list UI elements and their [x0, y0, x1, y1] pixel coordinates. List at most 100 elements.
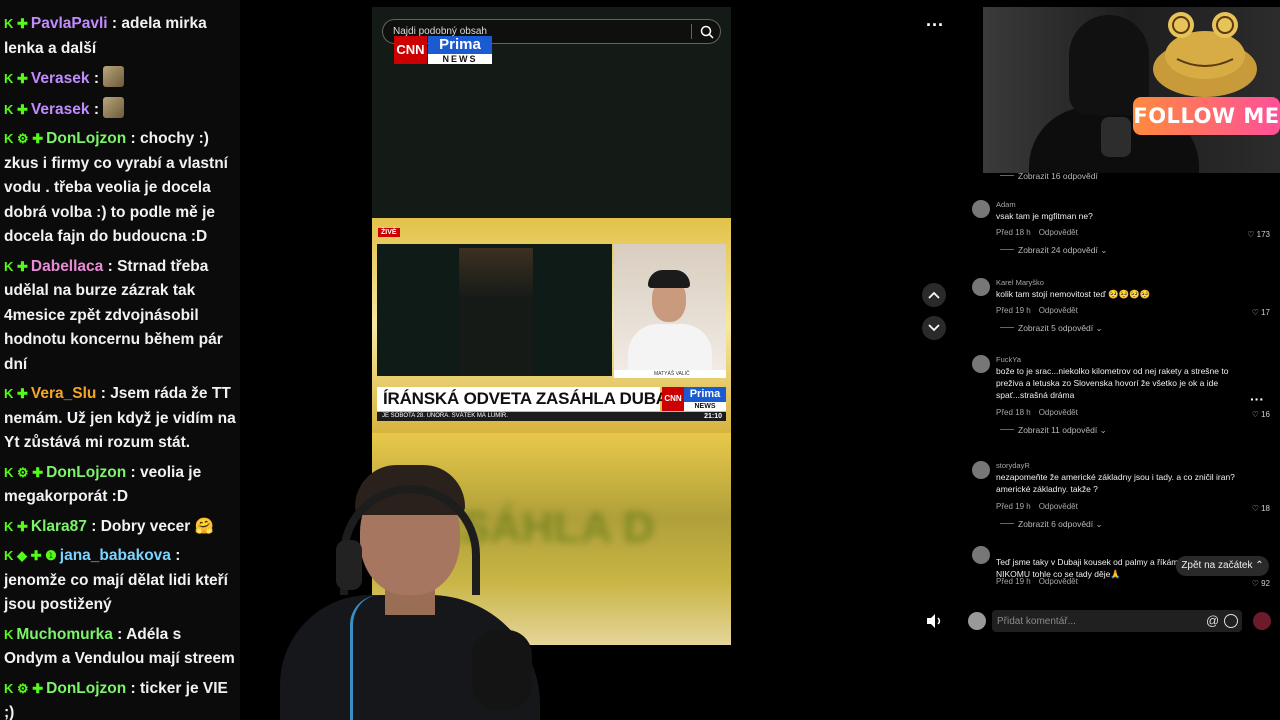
chat-username[interactable]: DonLojzon	[46, 464, 126, 481]
like-count[interactable]: ♡ 16	[1252, 410, 1270, 420]
comment-input-bar: @	[966, 608, 1276, 634]
headline-logo-prima: Prima	[684, 387, 726, 402]
chat-emote-icon	[103, 96, 125, 118]
comment-text: kolik tam stojí nemovitost teď 🥺🥺🥺🥺	[996, 289, 1151, 299]
chat-username[interactable]: Verasek	[31, 70, 90, 87]
like-count-value: 173	[1256, 230, 1270, 239]
next-video-button[interactable]	[922, 316, 946, 340]
show-replies-link[interactable]: Zobrazit 5 odpovědí ⌄	[1000, 322, 1103, 334]
send-button[interactable]	[1253, 612, 1271, 630]
chat-message: K ⚙ ✚ DonLojzon : veolia je megakorporát …	[4, 461, 236, 510]
live-badge: ŽIVĚ	[378, 228, 400, 237]
show-replies-link[interactable]: Zobrazit 24 odpovědí ⌄	[1000, 244, 1107, 256]
like-count-value: 92	[1261, 579, 1270, 588]
chat-badges: K ✚	[4, 101, 28, 117]
ticker-text: JE SOBOTA 28. ÚNORA. SVÁTEK MÁ LUMÍR.	[382, 413, 508, 419]
chat-message: K ⚙ ✚ DonLojzon : ticker je VIE ;)	[4, 677, 236, 720]
chat-username[interactable]: Verasek	[31, 101, 90, 118]
chat-message: K ◆ ✚ ❶ jana_babakova : jenomže co mají d…	[4, 544, 236, 618]
avatar	[968, 612, 986, 630]
chat-message: K ✚ PavlaPavli : adela mirka lenka a dalš…	[4, 12, 236, 61]
like-count[interactable]: ♡ 92	[1252, 579, 1270, 589]
follow-me-button[interactable]: FOLLOW ME	[1133, 97, 1280, 135]
like-count-value: 17	[1261, 308, 1270, 317]
chevron-down-icon	[928, 324, 940, 332]
show-replies-label: Zobrazit 5 odpovědí	[1018, 323, 1094, 333]
chat-username[interactable]: Dabellaca	[31, 258, 103, 275]
chat-username[interactable]: Vera_Slu	[31, 385, 97, 402]
comment-username[interactable]: FuckYa	[996, 355, 1021, 365]
news-ticker: JE SOBOTA 28. ÚNORA. SVÁTEK MÁ LUMÍR. 21…	[377, 412, 726, 421]
comment-text: vsak tam je mgfitman ne?	[996, 211, 1093, 221]
logo-news-text: NEWS	[428, 54, 492, 64]
comment-item: FuckYa bože to je srac...niekolko kilomet…	[970, 355, 1270, 435]
show-replies-link[interactable]: Zobrazit 16 odpovědí	[1000, 170, 1098, 182]
chat-message: K ⚙ ✚ DonLojzon : chochy :) zkus i firmy …	[4, 127, 236, 250]
chat-username[interactable]: DonLojzon	[46, 680, 126, 697]
mention-icon[interactable]: @	[1206, 614, 1219, 627]
follow-me-label: FOLLOW ME	[1133, 104, 1280, 128]
avatar[interactable]	[972, 355, 990, 373]
comment-meta: Před 19 h Odpovědět	[996, 577, 1078, 587]
previous-video-button[interactable]	[922, 283, 946, 307]
chat-username[interactable]: PavlaPavli	[31, 15, 108, 32]
chat-username[interactable]: DonLojzon	[46, 130, 126, 147]
search-icon[interactable]	[699, 24, 715, 40]
comment-item: Adam vsak tam je mgfitman ne? Před 18 h Odp…	[970, 200, 1270, 280]
avatar[interactable]	[972, 278, 990, 296]
chevron-up-icon	[928, 291, 940, 299]
chat-username[interactable]: jana_babakova	[60, 547, 171, 564]
reply-link[interactable]: Odpovědět	[1039, 228, 1078, 237]
avatar[interactable]	[972, 546, 990, 564]
screen: K ✚ PavlaPavli : adela mirka lenka a dalš…	[0, 0, 1280, 720]
chat-text: jenomže co mají dělat lidi kteří jsou po…	[4, 571, 228, 614]
comment-meta: Před 18 h Odpovědět	[996, 228, 1078, 238]
chat-message: K ✚ Verasek :	[4, 66, 236, 92]
avatar[interactable]	[972, 200, 990, 218]
studio-shot	[377, 244, 612, 376]
chat-badges: K ✚	[4, 258, 28, 274]
like-count-value: 18	[1261, 504, 1270, 513]
show-replies-link[interactable]: Zobrazit 6 odpovědí ⌄	[1000, 518, 1103, 530]
comment-time: Před 18 h	[996, 408, 1031, 417]
show-replies-label: Zobrazit 11 odpovědí	[1018, 425, 1098, 435]
comment-username[interactable]: Karel Maryško	[996, 278, 1044, 288]
show-replies-label: Zobrazit 6 odpovědí	[1018, 519, 1094, 529]
reply-link[interactable]: Odpovědět	[1039, 502, 1078, 511]
reply-link[interactable]: Odpovědět	[1039, 306, 1078, 315]
back-to-top-button[interactable]: Zpět na začátek ⌃	[1176, 556, 1269, 576]
more-options-icon[interactable]: ···	[922, 16, 948, 42]
comment-item: Karel Maryško kolik tam stojí nemovitost …	[970, 278, 1270, 358]
search-divider	[691, 24, 692, 39]
comment-more-icon[interactable]: ···	[1250, 392, 1264, 406]
show-replies-link[interactable]: Zobrazit 11 odpovědí ⌄	[1000, 424, 1107, 436]
comment-text: nezapomeňte že americké základny jsou i …	[996, 472, 1235, 494]
guest-name: MATYÁŠ VALIČ	[614, 370, 726, 378]
chat-separator: :	[112, 625, 127, 643]
chat-separator: :	[126, 463, 141, 481]
reply-link[interactable]: Odpovědět	[1039, 408, 1078, 417]
like-count[interactable]: ♡ 173	[1247, 230, 1270, 240]
like-count[interactable]: ♡ 17	[1252, 308, 1270, 318]
chat-message: K ✚ Verasek :	[4, 96, 236, 123]
chat-username[interactable]: Klara87	[31, 518, 87, 535]
cnn-prima-logo: CNN Prima NEWS	[394, 36, 492, 64]
news-headline: ÍRÁNSKÁ ODVETA ZASÁHLA DUBAJ	[383, 389, 678, 408]
avatar[interactable]	[972, 461, 990, 479]
chat-username[interactable]: Muchomurka	[16, 626, 112, 643]
chat-badges: K ⚙ ✚	[4, 131, 44, 146]
chat-separator: :	[126, 679, 141, 697]
chat-badges: K ⚙ ✚	[4, 680, 44, 696]
chat-separator: :	[103, 257, 118, 275]
emoji-icon[interactable]	[1224, 614, 1238, 628]
comment-input[interactable]	[992, 610, 1242, 632]
ticker-time: 21:10	[704, 413, 722, 420]
comment-username[interactable]: storydayR	[996, 461, 1030, 471]
comment-username[interactable]: Adam	[996, 200, 1016, 210]
headline-logo-cnn: CNN	[662, 387, 684, 411]
like-count[interactable]: ♡ 18	[1252, 504, 1270, 514]
reply-link[interactable]: Odpovědět	[1039, 577, 1078, 586]
volume-icon[interactable]	[922, 610, 946, 632]
chat-separator: :	[86, 517, 101, 535]
chat-emote-icon	[103, 66, 125, 87]
